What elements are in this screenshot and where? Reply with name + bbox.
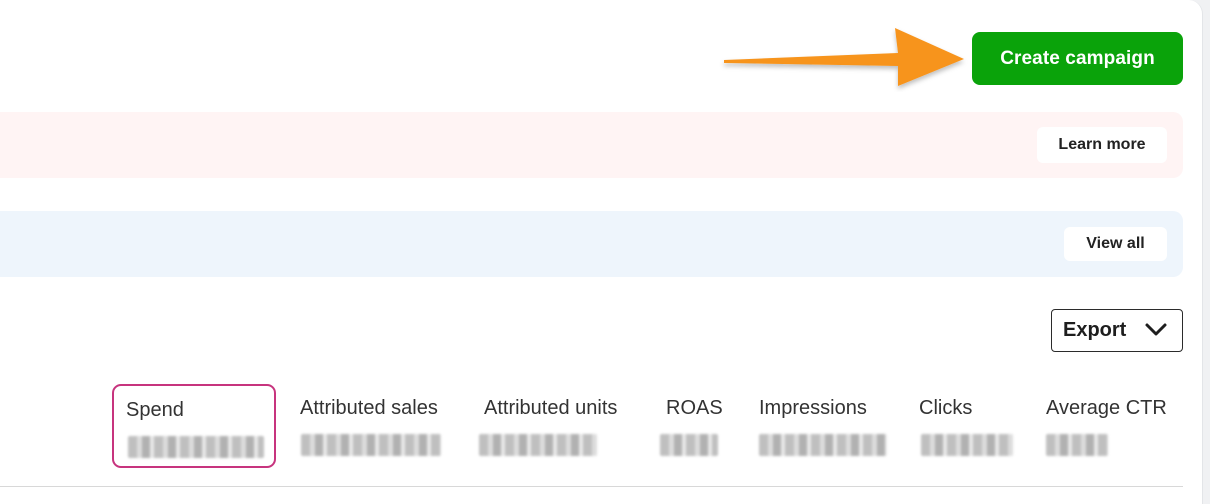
- metric-value-redacted: [128, 436, 264, 458]
- metric-label: Average CTR: [1046, 397, 1167, 419]
- alert-banner: Learn more: [0, 112, 1183, 178]
- metric-label: Impressions: [759, 397, 867, 419]
- create-campaign-button[interactable]: Create campaign: [972, 32, 1183, 85]
- export-dropdown[interactable]: Export: [1051, 309, 1183, 352]
- metric-tab-attributed-sales[interactable]: Attributed sales: [298, 384, 458, 468]
- metric-tab-impressions[interactable]: Impressions: [757, 384, 897, 468]
- metric-value-redacted: [660, 434, 718, 456]
- metric-tab-spend[interactable]: Spend: [112, 384, 276, 468]
- metric-label: Attributed sales: [300, 397, 438, 419]
- metric-tab-clicks[interactable]: Clicks: [917, 384, 1027, 468]
- metric-value-redacted: [479, 434, 597, 456]
- export-label: Export: [1063, 319, 1127, 341]
- metric-value-redacted: [301, 434, 441, 456]
- learn-more-button[interactable]: Learn more: [1037, 127, 1167, 163]
- arrow-right-icon: [724, 28, 964, 86]
- metric-value-redacted: [759, 434, 887, 456]
- metric-label: Clicks: [919, 397, 973, 419]
- info-banner: View all: [0, 211, 1183, 277]
- chevron-down-icon: [1145, 323, 1167, 336]
- metric-label: Attributed units: [484, 397, 618, 419]
- metric-label: ROAS: [666, 397, 723, 419]
- main-panel: Create campaign Learn more View all Expo…: [0, 0, 1203, 504]
- metric-label: Spend: [126, 399, 184, 421]
- metric-tab-attributed-units[interactable]: Attributed units: [479, 384, 642, 468]
- metric-tab-average-ctr[interactable]: Average CTR: [1044, 384, 1184, 468]
- table-divider: [0, 486, 1183, 487]
- view-all-button[interactable]: View all: [1064, 227, 1167, 261]
- metric-value-redacted: [1046, 434, 1108, 456]
- metric-tab-roas[interactable]: ROAS: [660, 384, 744, 468]
- metric-value-redacted: [921, 434, 1013, 456]
